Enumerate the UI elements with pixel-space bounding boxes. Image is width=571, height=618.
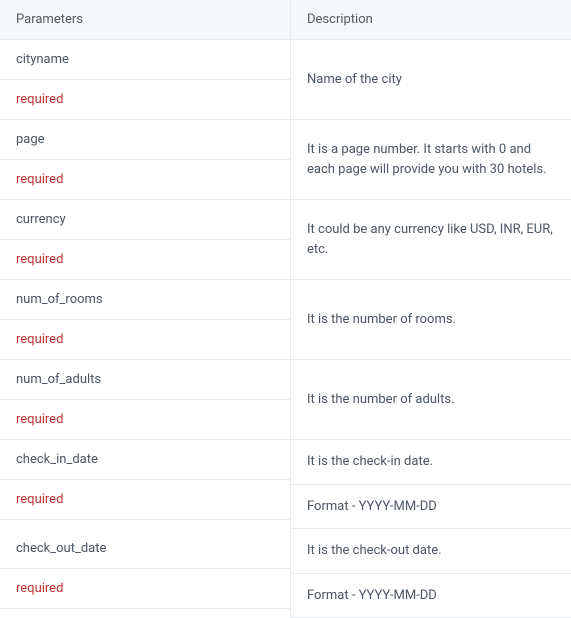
param-format: Format - YYYY-MM-DD — [307, 497, 437, 517]
param-name: cityname — [16, 52, 69, 67]
param-description: It is the number of rooms. — [307, 310, 555, 330]
param-description: It could be any currency like USD, INR, … — [307, 220, 555, 259]
param-row-num-of-rooms: num_of_rooms required It is the number o… — [0, 280, 571, 360]
required-label: required — [16, 172, 63, 187]
table-header-row: Parameters Description — [0, 0, 571, 40]
required-label: required — [16, 252, 63, 267]
param-required-cell: required — [0, 320, 290, 359]
required-label: required — [16, 581, 63, 596]
param-name: num_of_adults — [16, 372, 101, 387]
param-description: It is a page number. It starts with 0 an… — [307, 140, 555, 179]
param-desc-cell: It is the check-in date. — [291, 440, 571, 485]
required-label: required — [16, 332, 63, 347]
param-name: num_of_rooms — [16, 292, 103, 307]
param-row-currency: currency required It could be any curren… — [0, 200, 571, 280]
required-label: required — [16, 412, 63, 427]
param-name-cell: page — [0, 120, 290, 160]
param-description: It is the number of adults. — [307, 390, 555, 410]
required-label: required — [16, 92, 63, 107]
param-name: currency — [16, 212, 66, 227]
param-desc-cell: It is the number of adults. — [290, 360, 571, 439]
param-desc-cell: It is the check-out date. — [291, 529, 571, 574]
param-format-cell: Format - YYYY-MM-DD — [291, 574, 571, 618]
param-name: check_in_date — [16, 452, 98, 467]
param-required-cell: required — [0, 480, 290, 520]
param-name-cell: cityname — [0, 40, 290, 80]
param-name-cell: num_of_adults — [0, 360, 290, 400]
param-desc-cell: Name of the city — [290, 40, 571, 119]
param-desc-cell: It could be any currency like USD, INR, … — [290, 200, 571, 279]
param-format: Format - YYYY-MM-DD — [307, 586, 437, 606]
param-row-cityname: cityname required Name of the city — [0, 40, 571, 120]
param-desc-cell: It is the number of rooms. — [290, 280, 571, 359]
param-name-cell: currency — [0, 200, 290, 240]
param-name-cell: check_in_date — [0, 440, 290, 480]
param-row-page: page required It is a page number. It st… — [0, 120, 571, 200]
param-required-cell: required — [0, 240, 290, 279]
param-required-cell: required — [0, 569, 290, 609]
param-row-check-out-date: check_out_date required It is the check-… — [0, 529, 571, 618]
param-desc-cell: It is a page number. It starts with 0 an… — [290, 120, 571, 199]
param-required-cell: required — [0, 80, 290, 119]
param-description: It is the check-in date. — [307, 452, 433, 472]
param-required-cell: required — [0, 160, 290, 199]
header-description: Description — [290, 0, 571, 39]
param-name-cell: check_out_date — [0, 529, 290, 569]
param-row-num-of-adults: num_of_adults required It is the number … — [0, 360, 571, 440]
required-label: required — [16, 492, 63, 507]
param-format-cell: Format - YYYY-MM-DD — [291, 485, 571, 530]
param-row-check-in-date: check_in_date required It is the check-i… — [0, 440, 571, 529]
param-name-cell: num_of_rooms — [0, 280, 290, 320]
param-name: check_out_date — [16, 541, 106, 556]
header-parameters: Parameters — [0, 0, 290, 39]
param-description: It is the check-out date. — [307, 541, 442, 561]
parameters-table: Parameters Description cityname required… — [0, 0, 571, 618]
param-required-cell: required — [0, 400, 290, 439]
param-name: page — [16, 132, 45, 147]
param-description: Name of the city — [307, 70, 555, 90]
